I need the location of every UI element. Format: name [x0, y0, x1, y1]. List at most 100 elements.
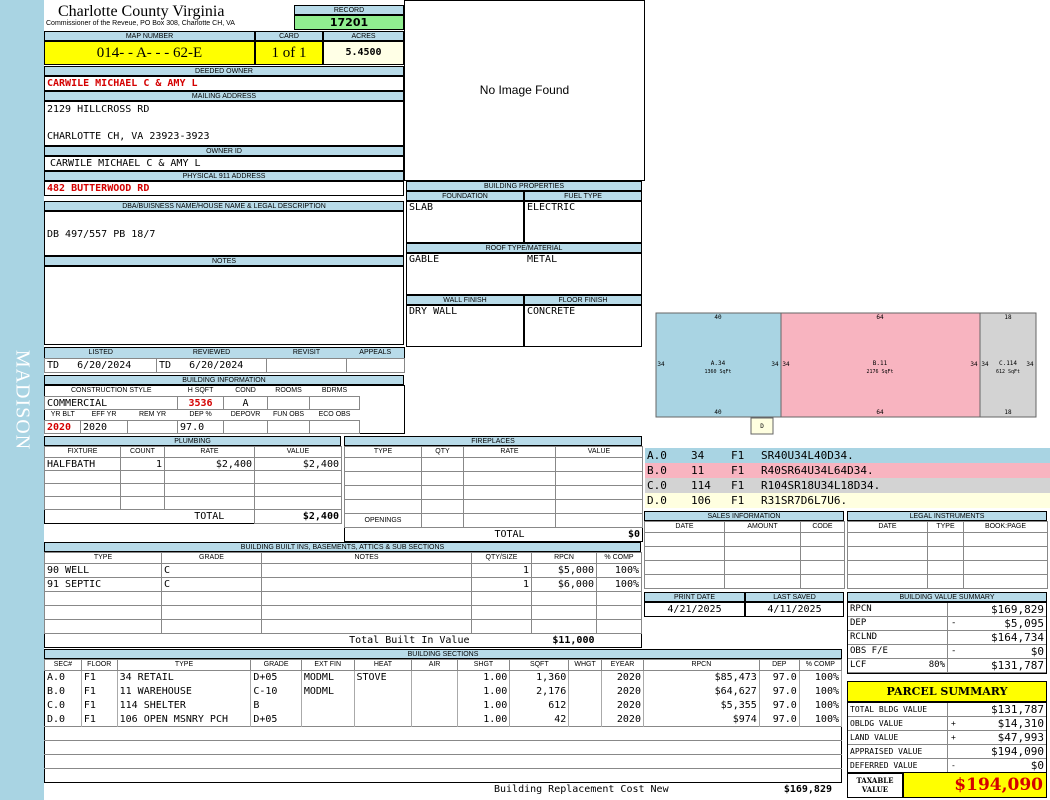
legal-instruments-cell: [847, 574, 928, 589]
foundation-value: SLAB: [406, 201, 524, 243]
fireplaces-cell: [555, 471, 643, 486]
section-empty-cell: [251, 769, 302, 783]
builtins-cell: C: [161, 577, 262, 592]
section-empty-cell: [569, 755, 602, 769]
bvs-label: BUILDING VALUE SUMMARY: [847, 592, 1047, 602]
fireplaces-label: FIREPLACES: [344, 436, 642, 446]
sections-header: EYEAR: [600, 659, 644, 671]
plumbing-cell: [120, 496, 165, 510]
section-cell: 1.00: [457, 670, 511, 685]
section-cell: F1: [81, 712, 118, 727]
owner-id: CARWILE MICHAEL C & AMY L: [44, 156, 404, 171]
no-image-text: No Image Found: [479, 83, 570, 97]
bvs-row: RCLND $164,734: [848, 631, 1046, 645]
bdrms-label: BDRMS: [321, 387, 348, 394]
fireplaces-header: TYPE: [344, 446, 422, 458]
sketch-code-num: 34: [691, 449, 705, 462]
roof-label: ROOF TYPE/MATERIAL: [406, 243, 642, 253]
legal-instruments-cell: [927, 546, 964, 561]
section-empty-cell: [759, 769, 799, 783]
section-empty-cell: [799, 727, 841, 741]
section-empty-cell: [117, 727, 251, 741]
builtins-cell: $6,000: [531, 577, 597, 592]
section-cell: 1,360: [509, 670, 570, 685]
bvs-row: LCF 80% $131,787: [848, 659, 1046, 673]
building-properties-label: BUILDING PROPERTIES: [406, 181, 642, 191]
yrblt-label: YR BLT: [50, 411, 75, 418]
section-empty-cell: [569, 741, 602, 755]
section-empty-row: [44, 754, 842, 769]
sketch-code-floor: F1: [731, 479, 745, 492]
legal-instruments-cell: [847, 560, 928, 575]
plumbing-cell: [164, 496, 255, 510]
last-saved-label: LAST SAVED: [745, 592, 844, 602]
bvs-table: RPCN $169,829 DEP - $5,095 RCLND $164,734 OBS F…: [847, 602, 1047, 674]
section-cell: 34 RETAIL: [117, 670, 252, 685]
floor-finish-label: FLOOR FINISH: [524, 295, 642, 305]
legal-description: DB 497/557 PB 18/7: [47, 229, 156, 240]
mailing-address: 2129 HILLCROSS RD CHARLOTTE CH, VA 23923…: [44, 101, 404, 146]
legal-instruments-cell: [927, 560, 964, 575]
builtins-empty-cell: [471, 591, 532, 606]
section-empty-cell: [354, 741, 412, 755]
sections-header: FLOOR: [80, 659, 118, 671]
remyr-label: REM YR: [138, 411, 167, 418]
wall-finish-label: WALL FINISH: [406, 295, 524, 305]
builtins-header: GRADE: [161, 552, 262, 564]
fireplaces-cell: [344, 457, 422, 472]
sections-header: AIR: [411, 659, 458, 671]
plumbing-cell: 1: [120, 457, 165, 471]
reviewed-label: REVIEWED: [192, 349, 231, 356]
sections-header: SHGT: [456, 659, 511, 671]
sketch-b-top: 64: [876, 314, 884, 321]
sales-header: AMOUNT: [724, 521, 801, 533]
section-empty-cell: [799, 755, 841, 769]
sales-row: [644, 532, 845, 547]
builtins-cell: [261, 563, 472, 578]
plumbing-cell: [164, 483, 255, 497]
builtins-row: 90 WELL C 1 $5,000 100%: [44, 563, 642, 578]
bvs-sign: -: [951, 618, 957, 628]
summary-row: TOTAL BLDG VALUE $131,787: [848, 703, 1046, 717]
dep-value: 97.0: [177, 420, 225, 434]
deeded-owner-label: DEEDED OWNER: [44, 66, 404, 76]
sketch-code-row: A.0 34 F1 SR40U34L40D34.: [645, 448, 1050, 463]
section-cell: 97.0: [759, 670, 800, 685]
card-label: CARD: [255, 31, 323, 41]
plumbing-cell: [44, 470, 121, 484]
listed-by: TD: [47, 360, 60, 371]
section-cell: D+05: [250, 712, 302, 727]
sketch-b-left: 34: [782, 361, 790, 368]
section-empty-cell: [510, 727, 569, 741]
section-cell: 100%: [799, 684, 843, 699]
ecoobs-value: [309, 420, 361, 434]
section-cell: 612: [509, 698, 570, 713]
fireplaces-cell: [421, 471, 464, 486]
builtins-cell: 91 SEPTIC: [44, 577, 162, 592]
builtins-empty-cell: [531, 605, 597, 620]
section-cell: B: [250, 698, 302, 713]
foundation-label: FOUNDATION: [406, 191, 524, 201]
section-cell: 100%: [799, 712, 843, 727]
plumbing-cell: [254, 470, 342, 484]
fireplaces-table: TYPE QTY RATE VALUE OPENINGS TOTAL $0: [344, 446, 643, 542]
fireplaces-row: [344, 485, 643, 500]
sections-header: HEAT: [353, 659, 413, 671]
plumbing-cell: [120, 470, 165, 484]
section-empty-cell: [457, 769, 510, 783]
bvs-value: $5,095: [1004, 617, 1044, 630]
sales-cell: [644, 546, 725, 561]
section-empty-cell: [45, 727, 82, 741]
builtins-table: TYPE GRADE NOTES QTY/SIZE RPCN% COMP 90 WELL…: [44, 552, 642, 648]
sections-header: DEP: [758, 659, 800, 671]
section-row: D.0 F1 106 OPEN MSNRY PCH D+05 1.00 42 2020 $97…: [44, 712, 843, 727]
section-cell: [568, 698, 602, 713]
section-empty-cell: [569, 727, 602, 741]
fuel-type-value: ELECTRIC: [524, 201, 642, 243]
sales-label: SALES INFORMATION: [644, 511, 844, 521]
plumbing-cell: [120, 483, 165, 497]
builtins-empty-cell: [471, 605, 532, 620]
sections-header: TYPE: [116, 659, 252, 671]
print-date: 4/21/2025: [644, 602, 745, 617]
summary-row: OBLDG VALUE + $14,310: [848, 717, 1046, 731]
